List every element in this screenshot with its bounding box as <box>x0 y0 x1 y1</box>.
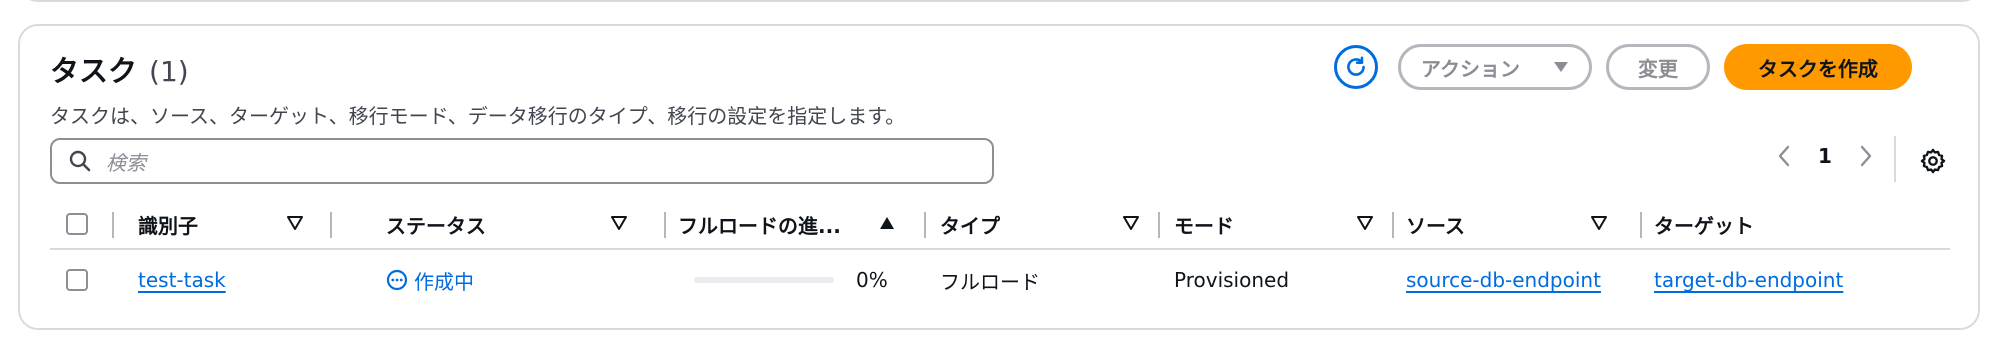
column-divider <box>112 212 114 238</box>
table-row[interactable]: test-task 作成中 0% フルロード Provisioned sourc… <box>50 250 1950 310</box>
select-all-checkbox[interactable] <box>66 213 88 235</box>
task-mode: Provisioned <box>1174 268 1290 292</box>
refresh-button[interactable] <box>1334 45 1378 89</box>
target-endpoint-link[interactable]: target-db-endpoint <box>1654 268 1843 292</box>
create-task-button[interactable]: タスクを作成 <box>1724 44 1912 90</box>
panel-description: タスクは、ソース、ターゲット、移行モード、データ移行のタイプ、移行の設定を指定し… <box>50 104 906 128</box>
sort-icon[interactable] <box>286 214 304 232</box>
progress-bar <box>694 250 834 310</box>
search-placeholder: 検索 <box>106 150 146 175</box>
pager-divider <box>1894 136 1896 182</box>
gear-icon <box>1920 148 1946 174</box>
status-indicator: 作成中 <box>386 250 474 310</box>
source-endpoint-link[interactable]: source-db-endpoint <box>1406 268 1601 292</box>
table-header: 識別子 ステータス フルロードの進... タイプ モード ソース ターゲット <box>50 200 1950 250</box>
task-type: フルロード <box>940 269 1040 294</box>
progress-percent: 0% <box>856 268 888 292</box>
task-count: (1) <box>149 55 189 88</box>
tasks-panel: タスク (1) タスクは、ソース、ターゲット、移行モード、データ移行のタイプ、移… <box>18 24 1980 330</box>
create-task-label: タスクを作成 <box>1758 56 1878 81</box>
preferences-button[interactable] <box>1916 144 1950 178</box>
edit-button[interactable]: 変更 <box>1606 44 1710 90</box>
sort-icon[interactable] <box>610 214 628 232</box>
edit-label: 変更 <box>1638 56 1678 81</box>
current-page[interactable]: 1 <box>1818 144 1832 168</box>
panel-header: タスク (1) <box>50 48 189 90</box>
column-divider <box>1158 212 1160 238</box>
search-icon <box>69 150 91 172</box>
column-divider <box>664 212 666 238</box>
column-source[interactable]: ソース <box>1406 200 1465 248</box>
page-title: タスク <box>50 54 138 88</box>
sort-icon[interactable] <box>1122 214 1140 232</box>
column-target[interactable]: ターゲット <box>1654 200 1754 248</box>
header-actions: アクション 変更 タスクを作成 <box>1334 44 1912 90</box>
task-identifier-link[interactable]: test-task <box>138 268 226 292</box>
refresh-icon <box>1347 56 1365 76</box>
actions-label: アクション <box>1421 56 1520 81</box>
chevron-left-icon[interactable] <box>1776 144 1792 168</box>
sort-icon[interactable] <box>1356 214 1374 232</box>
sort-ascending-icon[interactable] <box>878 214 896 232</box>
pagination: 1 <box>1776 144 1874 168</box>
column-full-load-progress[interactable]: フルロードの進... <box>678 200 841 248</box>
search-input[interactable]: 検索 <box>50 138 994 184</box>
column-type[interactable]: タイプ <box>940 200 1000 248</box>
column-status[interactable]: ステータス <box>386 200 486 248</box>
column-divider <box>924 212 926 238</box>
column-mode[interactable]: モード <box>1174 200 1234 248</box>
status-text: 作成中 <box>414 269 474 294</box>
column-divider <box>1640 212 1642 238</box>
row-checkbox[interactable] <box>66 269 88 291</box>
column-identifier[interactable]: 識別子 <box>138 200 198 248</box>
column-divider <box>330 212 332 238</box>
progress-track <box>694 277 834 283</box>
column-divider <box>1392 212 1394 238</box>
sort-icon[interactable] <box>1590 214 1608 232</box>
in-progress-icon <box>386 269 408 291</box>
chevron-right-icon[interactable] <box>1858 144 1874 168</box>
actions-dropdown-button[interactable]: アクション <box>1398 44 1592 90</box>
previous-card-edge <box>18 0 1982 2</box>
caret-down-icon <box>1554 62 1568 72</box>
